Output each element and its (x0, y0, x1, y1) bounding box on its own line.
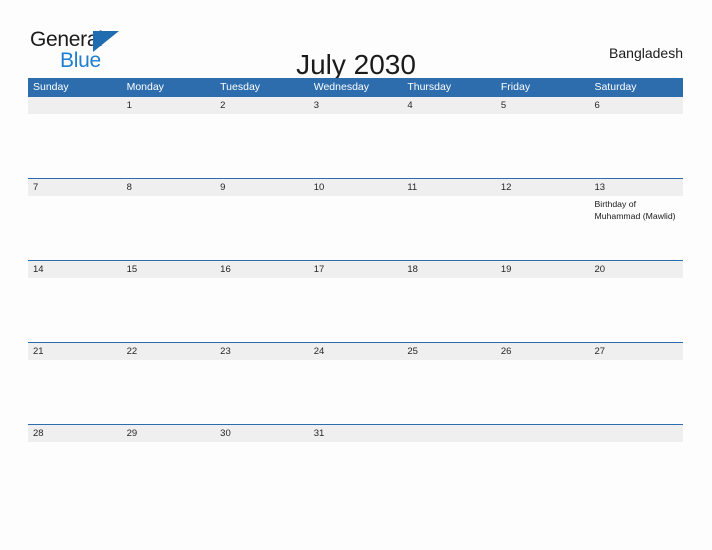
day-cell-20[interactable] (589, 278, 683, 342)
day-cell-3[interactable] (309, 114, 403, 178)
weekday-header-wednesday: Wednesday (313, 81, 369, 93)
day-number-band: 21 22 23 24 25 26 27 (28, 343, 683, 360)
day-number-9[interactable]: 9 (215, 179, 309, 196)
day-number-23[interactable]: 23 (215, 343, 309, 360)
holiday-event-label: Birthday of Muhammad (Mawlid) (594, 199, 676, 221)
weekday-header-row: Sunday Monday Tuesday Wednesday Thursday Frid… (28, 78, 683, 97)
day-number-15[interactable]: 15 (122, 261, 216, 278)
day-number-12[interactable]: 12 (496, 179, 590, 196)
day-number-1[interactable]: 1 (122, 97, 216, 114)
day-number-empty (28, 97, 122, 114)
day-number-20[interactable]: 20 (589, 261, 683, 278)
day-number-3[interactable]: 3 (309, 97, 403, 114)
day-number-16[interactable]: 16 (215, 261, 309, 278)
weekday-header-tuesday: Tuesday (220, 81, 261, 93)
day-number-band: 123456 (28, 97, 683, 114)
weekday-header-friday: Friday (500, 81, 531, 93)
day-number-30[interactable]: 30 (215, 425, 309, 442)
day-number-25[interactable]: 25 (402, 343, 496, 360)
weekday-header-monday: Monday (126, 81, 164, 93)
day-cell-7[interactable] (28, 196, 122, 260)
day-cell-1[interactable] (122, 114, 216, 178)
day-number-17[interactable]: 17 (309, 261, 403, 278)
day-number-empty (402, 425, 496, 442)
day-cell-13[interactable]: Birthday of Muhammad (Mawlid) (589, 196, 683, 260)
day-cell-6[interactable] (589, 114, 683, 178)
day-number-27[interactable]: 27 (589, 343, 683, 360)
weekday-header-saturday: Saturday (594, 81, 637, 93)
day-cell-16[interactable] (215, 278, 309, 342)
calendar-week-row: 21 22 23 24 25 26 27 (28, 342, 683, 424)
day-number-10[interactable]: 10 (309, 179, 403, 196)
day-event-band: Birthday of Muhammad (Mawlid) (28, 196, 683, 260)
day-number-11[interactable]: 11 (402, 179, 496, 196)
day-number-31[interactable]: 31 (309, 425, 403, 442)
day-number-6[interactable]: 6 (589, 97, 683, 114)
day-number-24[interactable]: 24 (309, 343, 403, 360)
day-cell-9[interactable] (215, 196, 309, 260)
calendar-week-row: 28 29 30 31 (28, 424, 683, 462)
day-cell-26[interactable] (496, 360, 590, 424)
day-cell-10[interactable] (309, 196, 403, 260)
day-number-22[interactable]: 22 (122, 343, 216, 360)
region-label: Bangladesh (609, 45, 683, 61)
day-event-band (28, 114, 683, 178)
day-number-18[interactable]: 18 (402, 261, 496, 278)
day-cell-15[interactable] (122, 278, 216, 342)
calendar-week-rows: 1 2 3 4 5 6 7 8 9 10 11 12 13 Birthday of Muhammad (M… (28, 97, 683, 462)
day-cell-empty (496, 442, 590, 462)
day-number-4[interactable]: 4 (402, 97, 496, 114)
day-cell-14[interactable] (28, 278, 122, 342)
day-number-21[interactable]: 21 (28, 343, 122, 360)
day-cell-21[interactable] (28, 360, 122, 424)
day-number-2[interactable]: 2 (215, 97, 309, 114)
day-cell-12[interactable] (496, 196, 590, 260)
day-cell-empty (589, 442, 683, 462)
day-number-26[interactable]: 26 (496, 343, 590, 360)
day-cell-25[interactable] (402, 360, 496, 424)
day-cell-19[interactable] (496, 278, 590, 342)
day-cell-31[interactable] (309, 442, 403, 462)
day-number-13[interactable]: 13 (589, 179, 683, 196)
day-cell-29[interactable] (122, 442, 216, 462)
day-cell-18[interactable] (402, 278, 496, 342)
day-event-band (28, 360, 683, 424)
day-cell-11[interactable] (402, 196, 496, 260)
day-number-8[interactable]: 8 (122, 179, 216, 196)
day-cell-8[interactable] (122, 196, 216, 260)
day-cell-27[interactable] (589, 360, 683, 424)
day-event-band (28, 278, 683, 342)
calendar-week-row: 7 8 9 10 11 12 13 Birthday of Muhammad (Mawlid) (28, 178, 683, 260)
calendar-week-row: 14 15 16 17 18 19 20 (28, 260, 683, 342)
day-cell-30[interactable] (215, 442, 309, 462)
page-header: General Blue July 2030 Bangladesh (0, 0, 712, 80)
day-cell-empty (28, 114, 122, 178)
day-number-empty (589, 425, 683, 442)
day-cell-22[interactable] (122, 360, 216, 424)
weekday-header-sunday: Sunday (33, 81, 69, 93)
day-cell-23[interactable] (215, 360, 309, 424)
day-number-28[interactable]: 28 (28, 425, 122, 442)
day-cell-5[interactable] (496, 114, 590, 178)
day-number-band: 7 8 9 10 11 12 13 (28, 179, 683, 196)
day-cell-4[interactable] (402, 114, 496, 178)
calendar-grid: Sunday Monday Tuesday Wednesday Thursday Frid… (28, 78, 683, 462)
day-cell-empty (402, 442, 496, 462)
day-number-band: 14 15 16 17 18 19 20 (28, 261, 683, 278)
page-title: July 2030 (296, 48, 416, 80)
day-cell-24[interactable] (309, 360, 403, 424)
day-cell-28[interactable] (28, 442, 122, 462)
weekday-header-thursday: Thursday (407, 81, 452, 93)
day-number-empty (496, 425, 590, 442)
day-event-band (28, 442, 683, 462)
day-number-19[interactable]: 19 (496, 261, 590, 278)
calendar-week-row: 123456 (28, 97, 683, 178)
day-number-band: 28 29 30 31 (28, 425, 683, 442)
day-number-29[interactable]: 29 (122, 425, 216, 442)
day-number-5[interactable]: 5 (496, 97, 590, 114)
day-number-7[interactable]: 7 (28, 179, 122, 196)
day-number-14[interactable]: 14 (28, 261, 122, 278)
day-cell-17[interactable] (309, 278, 403, 342)
day-cell-2[interactable] (215, 114, 309, 178)
